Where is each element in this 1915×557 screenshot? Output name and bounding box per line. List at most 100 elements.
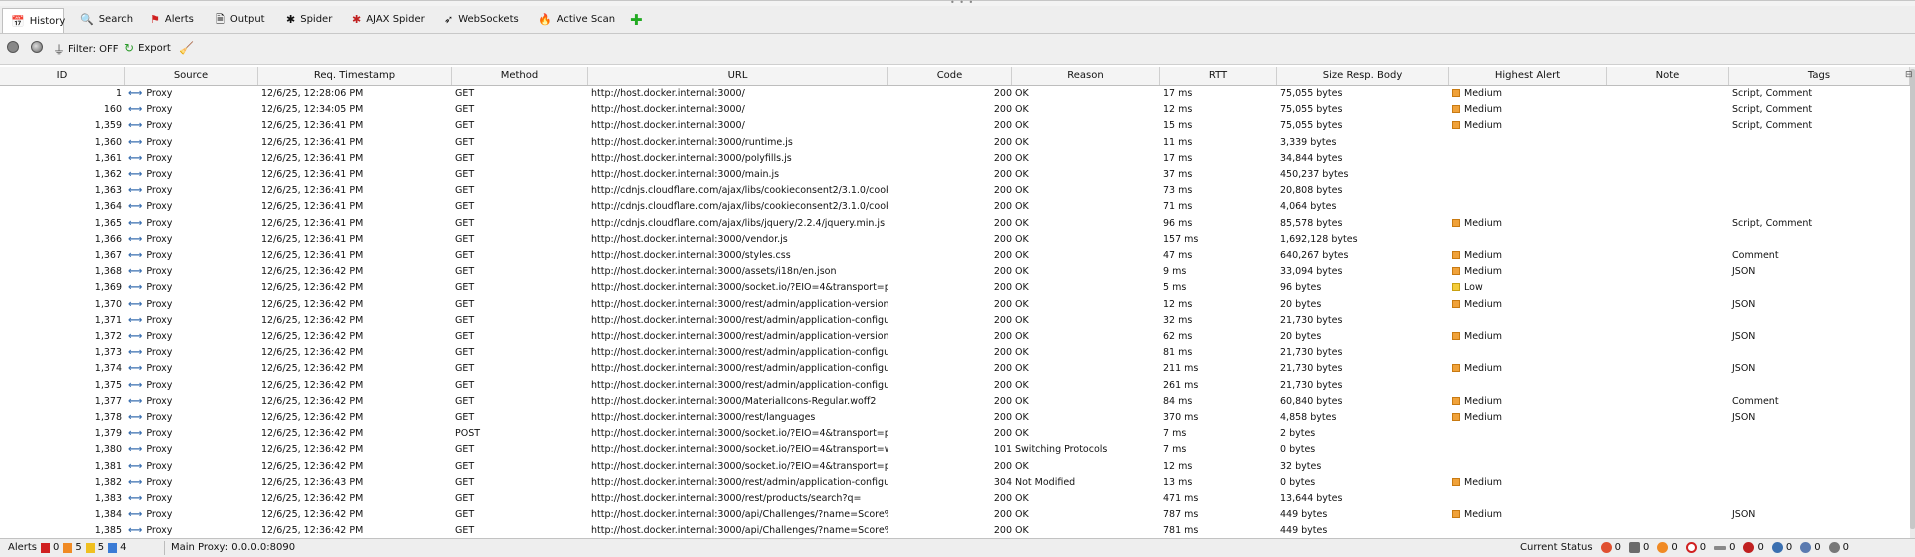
cell-url: http://cdnjs.cloudflare.com/ajax/libs/jq… (591, 217, 886, 229)
table-row[interactable]: 1,367 ⟷ Proxy 12/6/25, 12:36:41 PM GET http:/… (0, 248, 1910, 264)
cell-code: 200 (993, 379, 1012, 391)
tab-history[interactable]: 📅 History (2, 8, 65, 33)
cell-note (1607, 378, 1729, 394)
column-header-url[interactable]: URL (588, 67, 888, 85)
source-label: Proxy (146, 266, 173, 278)
column-header-alert[interactable]: Highest Alert (1449, 67, 1607, 85)
column-header-size[interactable]: Size Resp. Body (1277, 67, 1449, 85)
clear-filter-button[interactable]: 🧹 (179, 41, 194, 55)
cell-alert (1449, 523, 1607, 538)
table-row[interactable]: 1,364 ⟷ Proxy 12/6/25, 12:36:41 PM GET http:/… (0, 199, 1910, 215)
table-row[interactable]: 1,385 ⟷ Proxy 12/6/25, 12:36:42 PM GET http:/… (0, 523, 1910, 538)
table-row[interactable]: 1,374 ⟷ Proxy 12/6/25, 12:36:42 PM GET http:/… (0, 361, 1910, 377)
table-row[interactable]: 1,378 ⟷ Proxy 12/6/25, 12:36:42 PM GET http:/… (0, 410, 1910, 426)
cell-size: 0 bytes (1280, 444, 1316, 456)
column-header-id[interactable]: ID (0, 67, 125, 85)
source-label: Proxy (146, 217, 173, 229)
table-row[interactable]: 160 ⟷ Proxy 12/6/25, 12:34:05 PM GET http://h… (0, 102, 1910, 118)
cell-alert: Medium (1449, 216, 1607, 232)
alert-label: Medium (1464, 298, 1502, 310)
table-row[interactable]: 1,365 ⟷ Proxy 12/6/25, 12:36:41 PM GET http:/… (0, 216, 1910, 232)
table-row[interactable]: 1,373 ⟷ Proxy 12/6/25, 12:36:42 PM GET http:/… (0, 345, 1910, 361)
tab-ajax-spider[interactable]: ✱ AJAX Spider (344, 8, 431, 31)
table-row[interactable]: 1 ⟷ Proxy 12/6/25, 12:28:06 PM GET http://hos… (0, 86, 1910, 102)
filter-icon: ⏚ (53, 43, 66, 57)
table-row[interactable]: 1,384 ⟷ Proxy 12/6/25, 12:36:42 PM GET http:/… (0, 507, 1910, 523)
source-label: Proxy (146, 476, 173, 488)
column-header-reason[interactable]: Reason (1012, 67, 1160, 85)
column-header-tags[interactable]: Tags (1729, 67, 1910, 85)
table-row[interactable]: 1,363 ⟷ Proxy 12/6/25, 12:36:41 PM GET http:/… (0, 183, 1910, 199)
table-row[interactable]: 1,370 ⟷ Proxy 12/6/25, 12:36:42 PM GET http:/… (0, 297, 1910, 313)
table-row[interactable]: 1,360 ⟷ Proxy 12/6/25, 12:36:41 PM GET http:/… (0, 135, 1910, 151)
cell-id: 160 (103, 104, 122, 116)
cell-note (1607, 118, 1729, 134)
table-row[interactable]: 1,361 ⟷ Proxy 12/6/25, 12:36:41 PM GET http:/… (0, 151, 1910, 167)
cell-size: 449 bytes (1280, 509, 1328, 521)
clear-button[interactable] (7, 41, 19, 53)
cell-size: 75,055 bytes (1280, 120, 1343, 132)
table-row[interactable]: 1,371 ⟷ Proxy 12/6/25, 12:36:42 PM GET http:/… (0, 313, 1910, 329)
scroll-thumb[interactable] (1910, 69, 1915, 529)
table-row[interactable]: 1,375 ⟷ Proxy 12/6/25, 12:36:42 PM GET http:/… (0, 378, 1910, 394)
column-header-source[interactable]: Source (125, 67, 258, 85)
tab-websockets[interactable]: ➶ WebSockets (436, 8, 525, 31)
link-with-sites-button[interactable] (31, 41, 43, 53)
tab-alerts[interactable]: ⚑ Alerts (142, 8, 200, 31)
medium-alert-flag-icon (1452, 332, 1460, 340)
medium-alert-flag-icon (1452, 251, 1460, 259)
spider-icon: ✱ (286, 13, 296, 26)
cell-reason: OK (1015, 233, 1029, 245)
table-row[interactable]: 1,383 ⟷ Proxy 12/6/25, 12:36:42 PM GET http:/… (0, 491, 1910, 507)
table-row[interactable]: 1,362 ⟷ Proxy 12/6/25, 12:36:41 PM GET http:/… (0, 167, 1910, 183)
column-chooser-icon[interactable]: ⊟ (1905, 70, 1913, 80)
tab-output[interactable]: 🗎 Output (208, 8, 271, 31)
filter-button[interactable]: ⏚ Filter: OFF (53, 41, 119, 58)
cell-method: POST (455, 428, 481, 440)
table-row[interactable]: 1,372 ⟷ Proxy 12/6/25, 12:36:42 PM GET http:/… (0, 329, 1910, 345)
tab-active-scan[interactable]: 🔥 Active Scan (530, 8, 621, 31)
cell-source: ⟷ Proxy (125, 232, 258, 248)
proxy-icon: ⟷ (128, 136, 143, 148)
cell-alert (1449, 345, 1607, 361)
cell-code: 200 (993, 152, 1012, 164)
column-header-note[interactable]: Note (1607, 67, 1729, 85)
cell-reason: OK (1015, 493, 1029, 504)
source-label: Proxy (146, 88, 173, 99)
source-label: Proxy (146, 525, 173, 537)
medium-alert-flag-icon (1452, 510, 1460, 519)
table-row[interactable]: 1,377 ⟷ Proxy 12/6/25, 12:36:42 PM GET http:/… (0, 394, 1910, 410)
cell-code: 200 (993, 233, 1012, 245)
tab-search[interactable]: 🔍 Search (72, 8, 139, 31)
cell-source: ⟷ Proxy (125, 183, 258, 199)
column-header-ts[interactable]: Req. Timestamp (258, 67, 452, 85)
cell-source: ⟷ Proxy (125, 313, 258, 329)
alerts-summary[interactable]: Alerts 0 5 5 4 (8, 542, 127, 553)
proxy-icon: ⟷ (128, 493, 143, 504)
source-label: Proxy (146, 282, 173, 294)
table-row[interactable]: 1,379 ⟷ Proxy 12/6/25, 12:36:42 PM POST http:… (0, 426, 1910, 442)
target-icon (31, 41, 43, 53)
cell-source: ⟷ Proxy (125, 86, 258, 102)
cell-rtt: 12 ms (1163, 104, 1193, 116)
tab-spider[interactable]: ✱ Spider (278, 8, 338, 31)
alert-label: Medium (1464, 120, 1502, 132)
table-row[interactable]: 1,381 ⟷ Proxy 12/6/25, 12:36:42 PM GET http:/… (0, 459, 1910, 475)
table-row[interactable]: 1,369 ⟷ Proxy 12/6/25, 12:36:42 PM GET http:/… (0, 280, 1910, 296)
column-header-method[interactable]: Method (452, 67, 588, 85)
table-row[interactable]: 1,368 ⟷ Proxy 12/6/25, 12:36:42 PM GET http:/… (0, 264, 1910, 280)
cell-tags: JSON (1732, 298, 1756, 310)
column-header-code[interactable]: Code (888, 67, 1012, 85)
column-header-rtt[interactable]: RTT (1160, 67, 1277, 85)
cell-note (1607, 135, 1729, 151)
cell-reason: OK (1015, 395, 1029, 407)
table-row[interactable]: 1,359 ⟷ Proxy 12/6/25, 12:36:41 PM GET http:/… (0, 118, 1910, 134)
cell-code: 200 (993, 493, 1012, 504)
table-row[interactable]: 1,366 ⟷ Proxy 12/6/25, 12:36:41 PM GET http:/… (0, 232, 1910, 248)
add-tab-button[interactable]: ✚ (622, 8, 649, 31)
vertical-scrollbar[interactable] (1910, 67, 1915, 538)
table-row[interactable]: 1,382 ⟷ Proxy 12/6/25, 12:36:43 PM GET http:/… (0, 475, 1910, 491)
cell-ts: 12/6/25, 12:36:42 PM (261, 347, 364, 359)
table-row[interactable]: 1,380 ⟷ Proxy 12/6/25, 12:36:42 PM GET http:/… (0, 442, 1910, 458)
export-button[interactable]: ↻ Export (124, 41, 171, 55)
